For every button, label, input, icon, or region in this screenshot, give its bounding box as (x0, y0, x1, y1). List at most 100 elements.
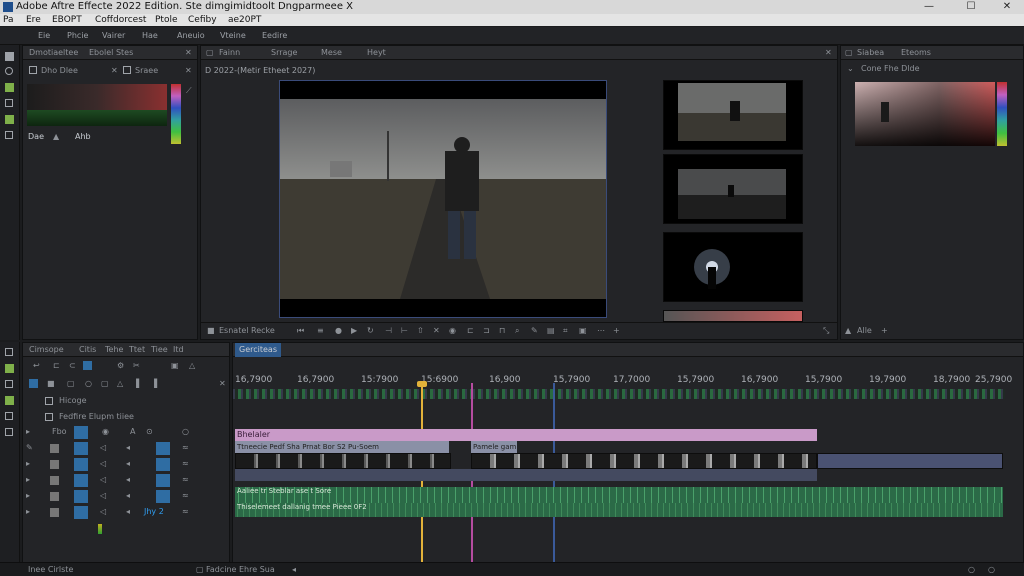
nest-icon[interactable]: ▣ (171, 361, 179, 370)
search-icon[interactable]: ⌕ (515, 326, 519, 336)
waveform-icon-2[interactable]: ≈ (182, 459, 189, 468)
close-button[interactable]: ✕ (994, 0, 1020, 14)
effects-footer-1[interactable]: Dae (28, 132, 44, 141)
graphic-clip-1[interactable]: Ttneecie Pedf Sha Prnat Bor S2 Pu-Soem (235, 441, 449, 453)
status-button[interactable]: ▢ (196, 565, 204, 574)
expand-icon[interactable]: ▸ (26, 427, 30, 436)
tab-eteoms[interactable]: Eteoms (901, 46, 931, 60)
track-target-icon[interactable] (29, 379, 38, 388)
folder-icon[interactable]: ▤ (547, 326, 555, 335)
arrow-icon-2[interactable]: ◂ (126, 459, 130, 468)
play-icon[interactable]: ▶ (351, 326, 357, 335)
tab-heyt[interactable]: Heyt (367, 46, 386, 60)
track-target-a4[interactable] (74, 506, 88, 519)
tab-global-sets[interactable]: Ebolel Stes (89, 46, 133, 60)
preview-thumb-2[interactable] (663, 154, 803, 224)
preview-thumb-1[interactable] (663, 80, 803, 150)
add-icon[interactable]: + (613, 326, 620, 335)
track-solo-v2[interactable] (156, 442, 170, 455)
speaker-icon-3[interactable]: ◁ (100, 475, 106, 484)
track-target-v2[interactable] (74, 442, 88, 455)
color-spectrum-bar[interactable] (171, 84, 181, 144)
waveform-icon-5[interactable]: ≈ (182, 507, 189, 516)
type-tool-icon[interactable] (5, 131, 13, 139)
crop-icon[interactable]: ⌗ (563, 326, 568, 336)
preview-thumb-4[interactable] (663, 310, 803, 322)
tab-frame[interactable]: Fainn (219, 46, 240, 60)
close-gap-icon[interactable]: ✕ (433, 326, 440, 335)
step-back-icon[interactable]: ≡ (317, 326, 324, 335)
record-icon[interactable]: ● (335, 326, 342, 335)
slip-tool-icon[interactable] (5, 396, 14, 405)
graphic-clip-2[interactable]: Pamele gam (471, 441, 517, 453)
video-clip-lower[interactable] (235, 469, 817, 481)
arrow-icon[interactable]: ◂ (126, 443, 130, 452)
hand-tool-icon[interactable] (5, 67, 13, 75)
menu-ere[interactable]: Ere (26, 14, 41, 26)
menu-ebopt[interactable]: EBOPT (52, 14, 82, 26)
track-target-v3[interactable] (74, 426, 88, 439)
warning-icon[interactable]: △ (189, 361, 195, 370)
camera-icon[interactable]: ◉ (449, 326, 456, 335)
preview-thumb-3[interactable] (663, 232, 803, 302)
waveform-icon-3[interactable]: ≈ (182, 475, 189, 484)
lock-icon[interactable]: A (130, 427, 135, 436)
track-toggle-a3[interactable] (50, 492, 59, 501)
arrow-icon-5[interactable]: ◂ (126, 507, 130, 516)
circle-icon[interactable]: ○ (85, 379, 92, 388)
menu-coffdorcest[interactable]: Coffdorcest (95, 14, 146, 26)
tab-citis[interactable]: Citis (79, 343, 96, 357)
workspace-tab-7[interactable]: Eedire (262, 30, 287, 42)
tab-mese[interactable]: Mese (321, 46, 342, 60)
speaker-icon[interactable]: ◁ (100, 443, 106, 452)
arrow-icon-4[interactable]: ◂ (126, 491, 130, 500)
settings-icon[interactable]: ⚙ (117, 361, 124, 370)
title-clip[interactable]: Bhelaler (235, 429, 817, 441)
audio-clip-2[interactable]: Thiselemeet dallanig tmee Pieee 0F2 (235, 503, 1003, 517)
panel-grid-icon[interactable]: ■ (207, 326, 215, 335)
composition-viewer[interactable] (279, 80, 607, 318)
linked-icon[interactable]: ⊏ (53, 361, 60, 370)
cross-icon[interactable]: ✕ (111, 66, 118, 75)
workspace-tab-6[interactable]: Vteine (220, 30, 246, 42)
wrench-icon[interactable]: ✂ (133, 361, 140, 370)
rect-icon[interactable]: ▢ (101, 379, 109, 388)
track-solo-a1[interactable] (156, 458, 170, 471)
menu-ptole[interactable]: Ptole (155, 14, 178, 26)
playhead-handle[interactable] (417, 381, 427, 387)
tab-cimsope[interactable]: Cimsope (29, 343, 64, 357)
resize-icon[interactable]: ⤡ (823, 326, 829, 336)
close-viewer-icon[interactable]: ✕ (825, 48, 832, 57)
track-target-a1[interactable] (74, 458, 88, 471)
track-target-a2[interactable] (74, 474, 88, 487)
bar-chart-2-icon[interactable]: ▐ (151, 379, 157, 388)
pen-tool-2-icon[interactable] (5, 412, 13, 420)
waveform-icon-4[interactable]: ≈ (182, 491, 189, 500)
speaker-icon-5[interactable]: ◁ (100, 507, 106, 516)
square-icon-2[interactable]: ▢ (67, 379, 75, 388)
eyedropper-icon[interactable]: ⟋ (186, 86, 192, 96)
ripple-edit-icon[interactable] (5, 364, 14, 373)
tab-storage[interactable]: Srrage (271, 46, 297, 60)
layer-checkbox-2[interactable] (45, 413, 53, 421)
hand-tool-2-icon[interactable] (5, 428, 13, 436)
workspace-tab-5[interactable]: Aneuio (177, 30, 205, 42)
panel-menu-icon-right[interactable]: ▢ (845, 48, 853, 57)
marker-out-icon[interactable]: ⊢ (401, 326, 408, 335)
expand-icon-3[interactable]: ▸ (26, 459, 30, 468)
marker-in-icon[interactable]: ⊣ (385, 326, 392, 335)
ripple-icon[interactable]: ⊐ (483, 326, 490, 335)
panel-checkbox[interactable] (29, 66, 37, 74)
workspace-tab-4[interactable]: Hae (142, 30, 158, 42)
speaker-icon-4[interactable]: ◁ (100, 491, 106, 500)
status-play-icon[interactable]: ◂ (292, 565, 296, 574)
expand-icon-6[interactable]: ▸ (26, 507, 30, 516)
marker-icon[interactable] (83, 361, 92, 370)
menu-cefiby[interactable]: Cefiby (188, 14, 217, 26)
track-target-a3[interactable] (74, 490, 88, 503)
more-icon[interactable]: ⋯ (597, 326, 605, 335)
close-timeline-icon[interactable]: ✕ (219, 379, 226, 388)
time-ruler[interactable]: 16,7900 16,7900 15:7900 15:6900 16,900 1… (233, 373, 1023, 401)
add-icon-right[interactable]: + (881, 326, 888, 335)
speaker-icon-2[interactable]: ◁ (100, 459, 106, 468)
